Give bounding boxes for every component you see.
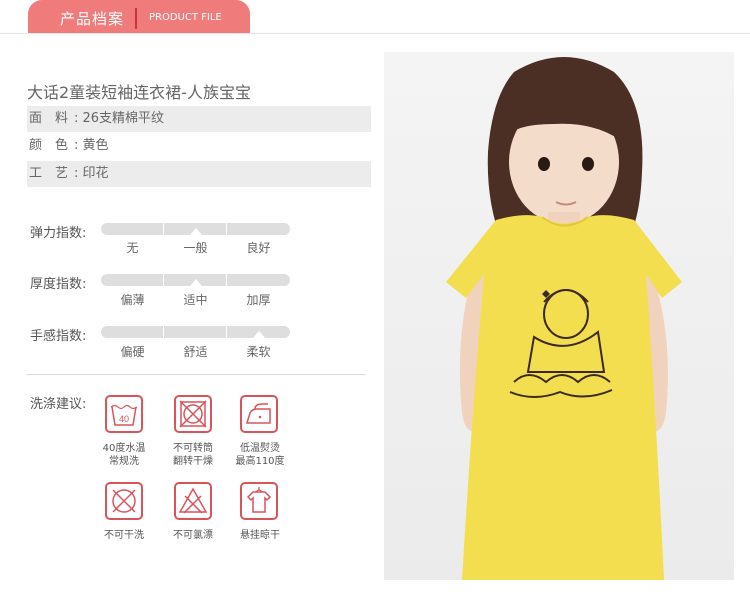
attribute-row-fabric: 面 料 : 26支精棉平纹 (27, 106, 371, 132)
header-title-en: PRODUCT FILE (149, 12, 222, 23)
elasticity-marker (189, 228, 202, 235)
no-bleach-icon (174, 482, 212, 520)
feel-option-hard: 偏硬 (120, 345, 145, 359)
elasticity-option-normal: 一般 (183, 241, 208, 255)
header-tab: 产品档案 PRODUCT FILE (28, 0, 250, 33)
feel-index-label: 手感指数: (30, 329, 87, 344)
elasticity-option-none: 无 (126, 241, 139, 255)
attribute-label: 工 艺 (29, 166, 69, 181)
elasticity-meter (101, 223, 290, 235)
header-separator (135, 8, 137, 29)
attribute-row-color: 颜 色 : 黄色 (27, 133, 371, 159)
no-dry-clean-caption: 不可干洗 (104, 530, 144, 541)
attribute-label: 面 料 (29, 111, 69, 126)
attribute-label: 颜 色 (29, 138, 69, 153)
header-divider (0, 33, 750, 34)
product-photo (384, 52, 734, 580)
product-title: 大话2童装短袖连衣裙-人族宝宝 (27, 83, 251, 102)
attribute-row-craft: 工 艺 : 印花 (27, 161, 371, 187)
no-dry-clean-icon (105, 482, 143, 520)
thickness-meter (101, 274, 290, 286)
wash-40-caption: 40度水温 常规洗 (102, 443, 146, 467)
iron-low-caption: 低温熨烫 最高110度 (235, 443, 285, 467)
elasticity-index-label: 弹力指数: (30, 226, 87, 241)
thickness-option-thick: 加厚 (246, 293, 271, 307)
iron-low-icon (240, 395, 278, 433)
thickness-option-medium: 适中 (183, 293, 208, 307)
feel-option-soft: 柔软 (246, 345, 271, 359)
hang-dry-icon (240, 482, 278, 520)
no-bleach-caption: 不可氯漂 (173, 530, 213, 541)
header-title-cn: 产品档案 (60, 10, 125, 28)
thickness-index-label: 厚度指数: (30, 277, 87, 292)
feel-marker (252, 331, 265, 338)
care-title: 洗涤建议: (30, 397, 87, 412)
attribute-value: : 印花 (74, 166, 109, 181)
section-divider (27, 374, 365, 375)
feel-option-comfortable: 舒适 (183, 345, 208, 359)
attribute-value: : 黄色 (74, 138, 109, 153)
no-tumble-dry-icon (174, 395, 212, 433)
thickness-option-thin: 偏薄 (120, 293, 145, 307)
svg-text:40: 40 (119, 414, 129, 424)
elasticity-option-good: 良好 (246, 241, 271, 255)
feel-meter (101, 326, 290, 338)
thickness-marker (189, 279, 202, 286)
attribute-value: : 26支精棉平纹 (74, 111, 165, 126)
hang-dry-caption: 悬挂晾干 (240, 530, 280, 541)
no-tumble-dry-caption: 不可转筒 翻转干燥 (173, 443, 213, 467)
wash-40-icon: 40 (105, 395, 143, 433)
